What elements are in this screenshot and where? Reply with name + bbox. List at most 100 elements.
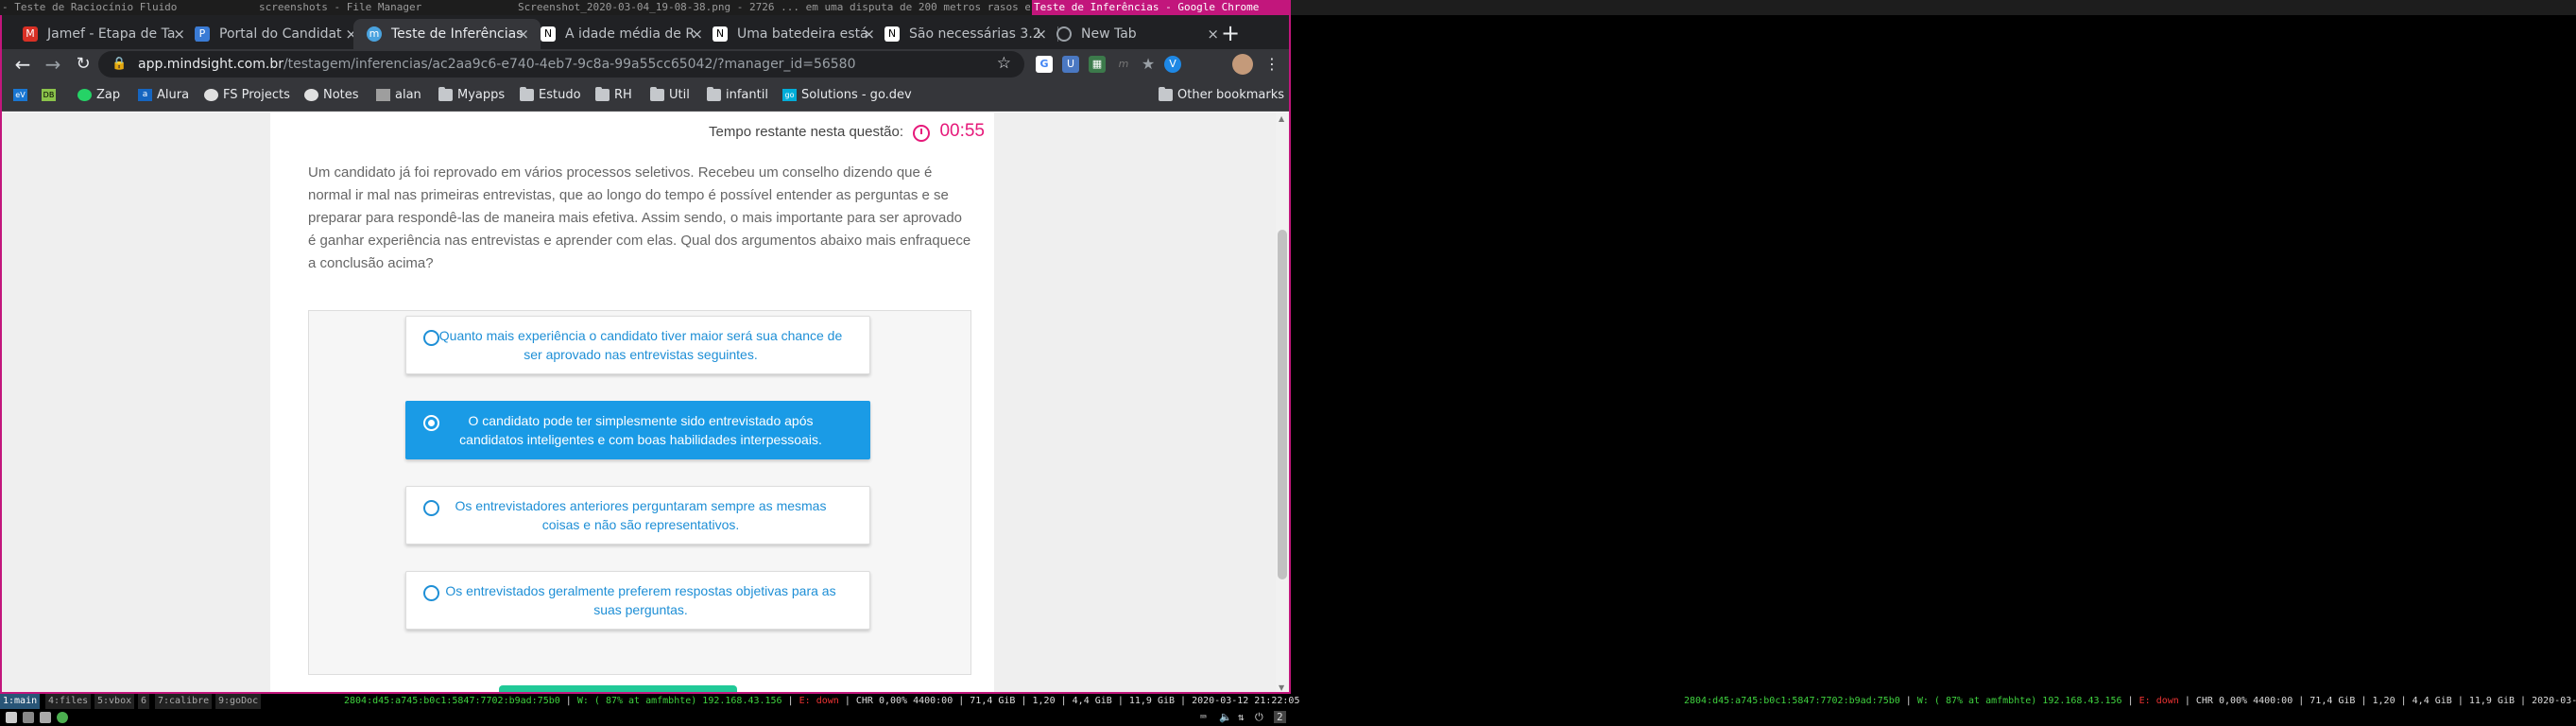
workspace-button[interactable]: 7:calibre bbox=[155, 694, 213, 709]
workspace-button[interactable]: 6 bbox=[138, 694, 150, 709]
radio-button-selected[interactable] bbox=[423, 415, 439, 431]
shield-extension-icon[interactable]: U bbox=[1062, 56, 1079, 73]
taskbar: ⌨ 🔈 ⇅ ⏻ 2 bbox=[0, 709, 2576, 726]
answer-option-text: Os entrevistados geralmente preferem res… bbox=[445, 583, 836, 617]
timer-label: Tempo restante nesta questão: bbox=[709, 124, 903, 140]
notion-icon: N bbox=[713, 26, 728, 42]
bookmark-label: infantil bbox=[726, 88, 768, 102]
bookmark-label: FS Projects bbox=[223, 88, 290, 102]
gmail-icon: M bbox=[23, 26, 38, 42]
radio-button[interactable] bbox=[423, 500, 439, 516]
keyboard-icon[interactable]: ⌨ bbox=[1200, 711, 1207, 723]
bookmark-alan[interactable]: alan bbox=[374, 79, 421, 112]
back-icon[interactable]: ← bbox=[9, 51, 36, 78]
tab-teste-inferencias[interactable]: m Teste de Inferências × bbox=[353, 19, 541, 49]
radio-button[interactable] bbox=[423, 585, 439, 601]
bookmark-zap[interactable]: Zap bbox=[76, 79, 120, 112]
bookmark-folder-infantil[interactable]: infantil bbox=[705, 79, 768, 112]
status-eth: E: down bbox=[799, 696, 839, 706]
answer-option-4[interactable]: Os entrevistados geralmente preferem res… bbox=[405, 571, 870, 630]
bookmark-label: Notes bbox=[323, 88, 359, 102]
next-question-button[interactable] bbox=[499, 685, 737, 692]
google-extension-icon[interactable]: G bbox=[1036, 56, 1053, 73]
radio-button[interactable] bbox=[423, 330, 439, 346]
calibre-icon[interactable] bbox=[40, 712, 51, 723]
bookmark-notes[interactable]: Notes bbox=[302, 79, 359, 112]
scroll-up-arrow-icon[interactable]: ▲ bbox=[1279, 114, 1284, 123]
audio-icon[interactable]: 🔈 bbox=[1219, 711, 1232, 723]
scroll-down-arrow-icon[interactable]: ▼ bbox=[1279, 683, 1284, 692]
lock-icon: 🔒 bbox=[112, 57, 128, 71]
network-icon[interactable]: ⇅ bbox=[1238, 711, 1245, 723]
folder-icon bbox=[595, 87, 610, 101]
answer-option-3[interactable]: Os entrevistadores anteriores perguntara… bbox=[405, 486, 870, 544]
wm-window-title-active[interactable]: Teste de Inferências - Google Chrome bbox=[1032, 0, 1291, 15]
tab-sao-necessarias[interactable]: N São necessárias 3.2 × bbox=[871, 19, 1058, 49]
tray-workspace-indicator[interactable]: 2 bbox=[1274, 711, 1286, 723]
address-bar[interactable]: 🔒 app.mindsight.com.br/testagem/inferenc… bbox=[98, 51, 1024, 78]
alan-icon bbox=[376, 89, 390, 101]
status-ipv6: 2804:d45:a745:b0c1:5847:7702:b9ad:75b0 bbox=[1684, 696, 1900, 706]
workspace-button[interactable]: 1:main bbox=[0, 694, 41, 709]
tab-label: São necessárias 3.2 bbox=[909, 26, 1041, 42]
star-extension-icon[interactable]: ★ bbox=[1140, 56, 1157, 73]
tab-jamef[interactable]: M Jamef - Etapa de Ta × bbox=[9, 19, 197, 49]
folder-icon bbox=[520, 87, 534, 101]
workspace-button[interactable]: 4:files bbox=[45, 694, 92, 709]
bookmark-folder-myapps[interactable]: Myapps bbox=[437, 79, 505, 112]
notes-icon bbox=[304, 89, 318, 101]
page-scrollbar[interactable]: ▲ ▼ bbox=[1276, 112, 1289, 692]
status-system: CHR 0,00% 4400:00 | 71,4 GiB | 1,20 | 4,… bbox=[855, 696, 1300, 706]
status-info-left: 2804:d45:a745:b0c1:5847:7702:b9ad:75b0 |… bbox=[344, 696, 1300, 706]
status-info-right: 2804:d45:a745:b0c1:5847:7702:b9ad:75b0 |… bbox=[1684, 694, 2576, 709]
chrome-icon bbox=[1056, 26, 1072, 42]
bookmark-folder-util[interactable]: Util bbox=[648, 79, 690, 112]
reload-icon[interactable]: ↻ bbox=[70, 51, 96, 78]
power-icon[interactable]: ⏻ bbox=[1255, 711, 1263, 724]
chrome-taskbar-icon[interactable] bbox=[57, 712, 68, 723]
scrollbar-thumb[interactable] bbox=[1278, 230, 1287, 579]
url-text[interactable]: app.mindsight.com.br/testagem/inferencia… bbox=[138, 51, 855, 78]
new-tab-button[interactable]: + bbox=[1215, 19, 1245, 49]
status-eth: E: down bbox=[2138, 696, 2179, 706]
answer-option-text: Os entrevistadores anteriores perguntara… bbox=[455, 498, 827, 532]
options-container: Quanto mais experiência o candidato tive… bbox=[308, 310, 971, 675]
tab-idade-media[interactable]: N A idade média de R × bbox=[527, 19, 714, 49]
bookmark-ev[interactable]: eV bbox=[11, 79, 32, 112]
answer-option-1[interactable]: Quanto mais experiência o candidato tive… bbox=[405, 316, 870, 374]
tab-label: Teste de Inferências bbox=[391, 26, 524, 42]
bookmark-db[interactable]: DB bbox=[40, 79, 60, 112]
v-extension-icon[interactable]: V bbox=[1164, 56, 1181, 73]
grid-extension-icon[interactable]: ▦ bbox=[1089, 56, 1106, 73]
notion-icon: N bbox=[541, 26, 556, 42]
url-path: /testagem/inferencias/ac2aa9c6-e740-4eb7… bbox=[283, 57, 856, 72]
wm-window-title[interactable]: - Teste de Raciocínio Fluido | DISCUTIND… bbox=[0, 0, 185, 15]
status-ipv6: 2804:d45:a745:b0c1:5847:7702:b9ad:75b0 bbox=[344, 696, 560, 706]
menu-kebab-icon[interactable]: ⋮ bbox=[1259, 51, 1285, 78]
mindsight-icon: m bbox=[367, 26, 382, 42]
wm-window-title[interactable]: Screenshot_2020-03-04_19-08-38.png - 272… bbox=[516, 0, 1030, 15]
bookmark-star-icon[interactable]: ☆ bbox=[997, 54, 1011, 73]
m-extension-icon[interactable]: m bbox=[1115, 56, 1132, 73]
whatsapp-icon bbox=[77, 89, 92, 101]
wm-window-title[interactable]: screenshots - File Manager bbox=[257, 0, 512, 15]
tab-portal[interactable]: P Portal do Candidat × bbox=[181, 19, 369, 49]
forward-icon[interactable]: → bbox=[40, 51, 66, 78]
terminal-icon[interactable] bbox=[6, 712, 17, 723]
avatar[interactable] bbox=[1232, 54, 1253, 75]
files-icon[interactable] bbox=[23, 712, 34, 723]
page-viewport: Tempo restante nesta questão: 00:55 Um c… bbox=[2, 112, 1276, 692]
tab-batedeira[interactable]: N Uma batedeira está × bbox=[699, 19, 886, 49]
bookmark-label: Myapps bbox=[457, 88, 506, 102]
workspace-button[interactable]: 5:vbox bbox=[94, 694, 135, 709]
workspace-button[interactable]: 9:goDoc bbox=[215, 694, 262, 709]
bookmark-alura[interactable]: a Alura bbox=[136, 79, 189, 112]
bookmark-other[interactable]: Other bookmarks bbox=[1157, 79, 1284, 112]
bookmark-solutions[interactable]: go Solutions - go.dev bbox=[781, 79, 912, 112]
answer-option-2[interactable]: O candidato pode ter simplesmente sido e… bbox=[405, 401, 870, 459]
tab-new-tab[interactable]: New Tab × bbox=[1043, 19, 1230, 49]
bookmark-fs-projects[interactable]: FS Projects bbox=[202, 79, 290, 112]
status-bar: 1:main 4:files 5:vbox 6 7:calibre 9:goDo… bbox=[0, 694, 2576, 726]
bookmark-folder-rh[interactable]: RH bbox=[593, 79, 632, 112]
bookmark-folder-estudo[interactable]: Estudo bbox=[518, 79, 581, 112]
